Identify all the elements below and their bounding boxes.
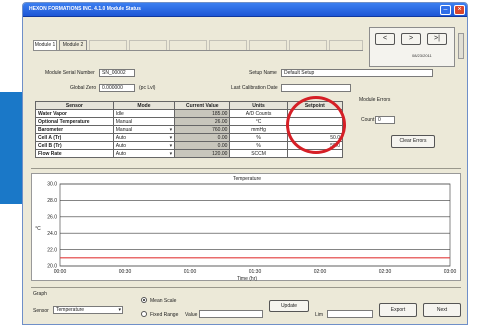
- chart-title: Temperature: [233, 176, 261, 182]
- limit-label: Lim: [315, 312, 324, 318]
- x-tick-label: 03:00: [444, 269, 457, 275]
- table-row: Flow Rate Auto ▾ 120.00 SCCM: [35, 149, 344, 158]
- current-value-cell: 0.00: [174, 141, 231, 150]
- section-divider: [31, 168, 461, 169]
- x-tick-label: 01:00: [184, 269, 197, 275]
- sensor-name: Cell B (Tr): [35, 141, 114, 150]
- temperature-chart-panel: Temperature °C Time (hr) 30.0 28.0 26.0 24.…: [31, 173, 461, 282]
- limit-field[interactable]: [327, 310, 373, 318]
- sensor-name: Flow Rate: [35, 149, 114, 158]
- y-axis-label: °C: [35, 226, 41, 232]
- fixed-range-radio[interactable]: [141, 311, 147, 317]
- x-tick-label: 02:00: [314, 269, 327, 275]
- error-count-label: Count: [361, 117, 375, 123]
- nav-last-button[interactable]: >|: [427, 33, 447, 45]
- current-value-cell: 26.00: [174, 117, 231, 126]
- x-tick-label: 00:30: [119, 269, 132, 275]
- current-value-cell: 120.00: [174, 149, 231, 158]
- units-cell: A/D Counts: [229, 109, 288, 118]
- x-axis-label: Time (hr): [237, 276, 257, 282]
- value-field[interactable]: [199, 310, 263, 318]
- sensor-name: Cell A (Tr): [35, 133, 114, 142]
- units-cell: °C: [229, 117, 288, 126]
- tab-strip-divider: [33, 50, 363, 51]
- next-button[interactable]: Next: [423, 303, 461, 317]
- close-button[interactable]: ×: [454, 5, 465, 15]
- window-title: HEXON FORMATIONS INC. 4.1.0 Module Statu…: [29, 6, 141, 12]
- module-errors-panel: Module Errors Count 0 Clear Errors: [351, 95, 461, 160]
- graph-section-label: Graph: [33, 291, 47, 297]
- mode-dropdown[interactable]: Manual ▾: [112, 125, 176, 134]
- setup-name-label: Setup Name: [249, 70, 277, 76]
- mode-cell[interactable]: Idle: [112, 109, 176, 118]
- app-window: HEXON FORMATIONS INC. 4.1.0 Module Statu…: [22, 2, 468, 325]
- calibration-date-label: Last Calibration Date: [231, 85, 278, 91]
- current-value-cell: 760.00: [174, 125, 231, 134]
- global-zero-label: Global Zero: [70, 85, 97, 91]
- current-value-cell: 0.00: [174, 133, 231, 142]
- serial-number-field[interactable]: SN_00002: [99, 69, 135, 77]
- fixed-range-label: Fixed Range: [150, 312, 179, 318]
- x-tick-label: 00:00: [54, 269, 67, 275]
- value-label: Value: [185, 312, 198, 318]
- chevron-down-icon: ▾: [169, 126, 173, 133]
- error-count-field: 0: [375, 116, 395, 124]
- y-tick-label: 28.0: [47, 198, 57, 204]
- temperature-chart: Temperature °C Time (hr) 30.0 28.0 26.0 24.…: [35, 176, 457, 282]
- chevron-down-icon: ▾: [169, 142, 173, 149]
- nav-scrollbar[interactable]: [458, 33, 464, 59]
- units-cell: %: [229, 141, 288, 150]
- y-tick-label: 30.0: [47, 182, 57, 188]
- y-tick-label: 24.0: [47, 231, 57, 237]
- setpoint-highlight-circle: [286, 96, 346, 154]
- calibration-date-field[interactable]: [281, 84, 351, 92]
- mean-scale-label: Mean Scale: [150, 298, 177, 304]
- mode-dropdown[interactable]: Auto ▾: [112, 141, 176, 150]
- chevron-down-icon: ▾: [169, 150, 173, 157]
- units-cell: %: [229, 133, 288, 142]
- column-header-units: Units: [229, 101, 288, 110]
- mode-dropdown[interactable]: Auto ▾: [112, 133, 176, 142]
- mean-scale-radio[interactable]: [141, 297, 147, 303]
- units-cell: mmHg: [229, 125, 288, 134]
- current-value-cell: 185.00: [174, 109, 231, 118]
- sensor-select-label: Sensor: [33, 308, 49, 314]
- export-button[interactable]: Export: [379, 303, 417, 317]
- sensor-name: Water Vapor: [35, 109, 114, 118]
- y-tick-label: 26.0: [47, 215, 57, 221]
- global-zero-unit: (pc Lvl): [139, 85, 156, 91]
- module-errors-title: Module Errors: [359, 97, 391, 103]
- units-cell: SCCM: [229, 149, 288, 158]
- chevron-down-icon: ▾: [169, 134, 173, 141]
- sensor-name: Optional Temperature: [35, 117, 114, 126]
- minimize-button[interactable]: ‒: [440, 5, 451, 15]
- x-tick-label: 02:30: [379, 269, 392, 275]
- column-header-sensor: Sensor: [35, 101, 114, 110]
- nav-date: 08/23/2011: [412, 53, 432, 58]
- serial-number-label: Module Serial Number: [45, 70, 95, 76]
- section-divider: [31, 287, 461, 288]
- column-header-current-value: Current Value: [174, 101, 231, 110]
- x-tick-label: 01:30: [249, 269, 262, 275]
- mode-dropdown[interactable]: Auto ▾: [112, 149, 176, 158]
- clear-errors-button[interactable]: Clear Errors: [391, 135, 435, 148]
- chevron-down-icon: ▾: [118, 307, 121, 313]
- plot-area: [59, 183, 451, 267]
- update-button[interactable]: Update: [269, 300, 309, 312]
- title-bar: HEXON FORMATIONS INC. 4.1.0 Module Statu…: [23, 3, 467, 17]
- y-tick-label: 22.0: [47, 247, 57, 253]
- nav-previous-button[interactable]: <: [375, 33, 395, 45]
- sensor-name: Barometer: [35, 125, 114, 134]
- nav-next-button[interactable]: >: [401, 33, 421, 45]
- column-header-mode: Mode: [112, 101, 176, 110]
- mode-cell[interactable]: Manual: [112, 117, 176, 126]
- sensor-select[interactable]: Temperature ▾: [53, 306, 123, 314]
- global-zero-field[interactable]: 0.000000: [99, 84, 135, 92]
- setup-name-field[interactable]: Default Setup: [281, 69, 433, 77]
